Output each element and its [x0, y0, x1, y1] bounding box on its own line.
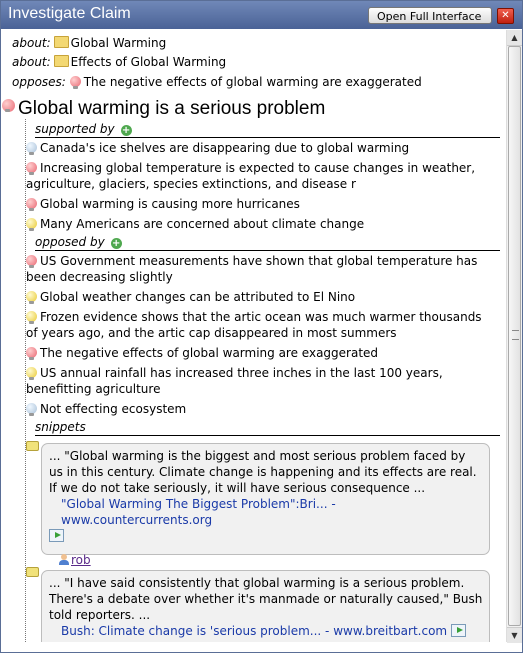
claim-text: Canada's ice shelves are disappearing du…: [40, 141, 410, 155]
supporting-claim[interactable]: Many Americans are concerned about clima…: [26, 216, 496, 232]
opposes-row: opposes: The negative effects of global …: [12, 75, 422, 89]
yellow-bulb-icon: [26, 311, 37, 324]
claim-text: The negative effects of global warming a…: [40, 346, 379, 360]
about-row: about: Global Warming: [12, 36, 166, 50]
relation-label: opposes:: [12, 75, 66, 89]
window-title: Investigate Claim: [8, 5, 131, 22]
yellow-bulb-icon: [26, 367, 37, 380]
scroll-up-icon[interactable]: ▲: [507, 30, 522, 46]
claim-title-row: Global warming is a serious problem: [2, 98, 326, 120]
yellow-bulb-icon: [26, 218, 37, 231]
snippet-source-link[interactable]: "Global Warming The Biggest Problem":Bri…: [49, 496, 483, 528]
snippet-quote: ... "I have said consistently that globa…: [49, 576, 483, 622]
snippet-card: ... "I have said consistently that globa…: [41, 570, 490, 642]
add-support-icon[interactable]: +: [120, 125, 132, 136]
supporting-claim[interactable]: Global warming is causing more hurricane…: [26, 196, 496, 212]
blue-bulb-icon: [26, 403, 37, 416]
go-to-source-icon[interactable]: [450, 624, 466, 637]
supported-by-label: supported by: [35, 122, 115, 136]
opposing-claim[interactable]: Frozen evidence shows that the artic oce…: [26, 309, 496, 341]
speech-bubble-icon: [26, 567, 39, 577]
red-bulb-icon: [26, 347, 37, 360]
red-bulb-icon: [2, 99, 15, 112]
claim-text: Frozen evidence shows that the artic oce…: [26, 310, 482, 340]
claim-text: US annual rainfall has increased three i…: [26, 366, 443, 396]
add-opposition-icon[interactable]: +: [110, 238, 122, 249]
user-icon: [59, 554, 69, 565]
opposed-by-header: opposed by +: [35, 235, 122, 249]
opposing-claim[interactable]: US Government measurements have shown th…: [26, 253, 496, 285]
opposing-claim[interactable]: Not effecting ecosystem: [26, 401, 496, 417]
author-link[interactable]: rob: [71, 553, 91, 567]
claim-text: Global weather changes can be attributed…: [40, 290, 356, 304]
folder-icon: [53, 36, 69, 48]
relation-label: about:: [12, 55, 51, 69]
about-row: about: Effects of Global Warming: [12, 55, 226, 69]
divider: [35, 435, 500, 436]
supported-by-header: supported by +: [35, 122, 132, 136]
go-to-source-icon[interactable]: [49, 529, 64, 542]
divider: [35, 250, 500, 251]
open-full-interface-button[interactable]: Open Full Interface: [368, 7, 492, 24]
snippet-card: ... "Global warming is the biggest and m…: [41, 443, 490, 567]
opposing-claim[interactable]: The negative effects of global warming a…: [26, 345, 496, 361]
claim-text: Global warming is causing more hurricane…: [40, 197, 300, 211]
claim-text: US Government measurements have shown th…: [26, 254, 478, 284]
topic-link-effects-of-global-warming[interactable]: Effects of Global Warming: [71, 55, 227, 69]
claim-title: Global warming is a serious problem: [18, 98, 326, 119]
opposing-claim[interactable]: US annual rainfall has increased three i…: [26, 365, 496, 397]
vertical-scrollbar[interactable]: ▲ ▼: [506, 30, 522, 643]
snippet-author: rob: [49, 552, 483, 568]
folder-icon: [53, 55, 69, 67]
red-bulb-icon: [26, 162, 37, 175]
close-icon[interactable]: ✕: [497, 8, 514, 24]
speech-bubble-icon: [26, 441, 39, 451]
grip-icon: [512, 330, 519, 340]
snippet-source-link[interactable]: Bush: Climate change is 'serious problem…: [49, 624, 447, 638]
opposed-by-label: opposed by: [35, 235, 105, 249]
yellow-bulb-icon: [26, 291, 37, 304]
red-bulb-icon: [69, 76, 81, 89]
claim-text: Increasing global temperature is expecte…: [26, 161, 476, 191]
supporting-claim[interactable]: Canada's ice shelves are disappearing du…: [26, 140, 496, 156]
title-bar[interactable]: Investigate Claim Open Full Interface ✕: [1, 1, 522, 29]
scroll-down-icon[interactable]: ▼: [507, 627, 522, 643]
scroll-thumb[interactable]: [508, 46, 521, 626]
opposed-claim-link[interactable]: The negative effects of global warming a…: [84, 75, 422, 89]
divider: [35, 137, 500, 138]
claim-text: Not effecting ecosystem: [40, 402, 187, 416]
relation-label: about:: [12, 36, 51, 50]
claim-content: about: Global Warming about: Effects of Gl…: [2, 30, 505, 642]
opposing-claim[interactable]: Global weather changes can be attributed…: [26, 289, 496, 305]
blue-bulb-icon: [26, 142, 37, 155]
red-bulb-icon: [26, 255, 37, 268]
red-bulb-icon: [26, 198, 37, 211]
claim-text: Many Americans are concerned about clima…: [40, 217, 365, 231]
snippet-quote: ... "Global warming is the biggest and m…: [49, 449, 477, 495]
supporting-claim[interactable]: Increasing global temperature is expecte…: [26, 160, 496, 192]
topic-link-global-warming[interactable]: Global Warming: [71, 36, 167, 50]
snippets-header: snippets: [35, 420, 86, 434]
investigate-claim-window: Investigate Claim Open Full Interface ✕ …: [0, 0, 523, 653]
